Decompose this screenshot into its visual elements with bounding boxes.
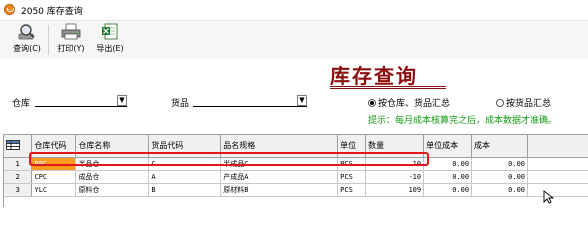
table-row[interactable]: 3 YLC 原料仓 B 原材料B PCS 109 0.00 0.00 bbox=[4, 183, 588, 197]
printer-icon bbox=[53, 23, 89, 41]
page-title: 库存查询 bbox=[330, 64, 418, 88]
radio-by-warehouse-goods-label: 按仓库、货品汇总 bbox=[378, 99, 451, 109]
title-underline-2 bbox=[330, 88, 446, 89]
dropdown-arrow-icon[interactable]: ▼ bbox=[117, 95, 127, 106]
cell-unit[interactable]: PCS bbox=[337, 183, 367, 197]
radio-by-goods-label: 按货品汇总 bbox=[506, 99, 552, 109]
cell-goods-code[interactable]: A bbox=[148, 170, 222, 184]
header-goods-code[interactable]: 货品代码 bbox=[148, 135, 222, 158]
warehouse-label: 仓库 bbox=[12, 99, 31, 109]
export-button[interactable]: 导出(E) bbox=[92, 23, 128, 57]
goods-label: 货品 bbox=[171, 99, 190, 109]
cell-cost[interactable]: 0.00 bbox=[471, 170, 528, 184]
radio-off-icon bbox=[496, 99, 504, 107]
cell-warehouse-name[interactable]: 原料仓 bbox=[75, 183, 150, 197]
cell-filler bbox=[527, 157, 588, 171]
cell-cost[interactable]: 0.00 bbox=[471, 183, 528, 197]
toolbar-separator bbox=[48, 25, 49, 55]
export-label: 导出(E) bbox=[96, 44, 124, 53]
cell-cost[interactable]: 0.00 bbox=[471, 157, 528, 171]
radio-by-warehouse-goods[interactable]: 按仓库、货品汇总 bbox=[368, 96, 450, 109]
header-warehouse-code[interactable]: 仓库代码 bbox=[31, 135, 77, 158]
print-button[interactable]: 打印(Y) bbox=[53, 23, 89, 57]
window-title: 2050 库存查询 bbox=[21, 7, 83, 17]
table-row[interactable]: 2 CPC 成品仓 A 产成品A PCS -10 0.00 0.00 bbox=[4, 170, 588, 184]
cell-goods-code[interactable]: C bbox=[148, 157, 222, 171]
cell-warehouse-name[interactable]: 成品仓 bbox=[75, 170, 150, 184]
cell-warehouse-code[interactable]: BPC bbox=[31, 157, 77, 171]
cell-warehouse-name[interactable]: 半品仓 bbox=[75, 157, 150, 171]
warehouse-select[interactable]: ▼ bbox=[35, 95, 127, 107]
dropdown-arrow-icon[interactable]: ▼ bbox=[297, 95, 307, 106]
print-label: 打印(Y) bbox=[57, 44, 85, 53]
cell-qty[interactable]: -10 bbox=[365, 170, 425, 184]
cell-unit[interactable]: PCS bbox=[337, 170, 367, 184]
cell-qty[interactable]: 109 bbox=[365, 183, 425, 197]
radio-on-icon bbox=[368, 99, 376, 107]
inventory-grid: 仓库代码 仓库名称 货品代码 品名规格 单位 数量 单位成本 成本 1 BPC … bbox=[3, 134, 588, 207]
radio-by-goods[interactable]: 按货品汇总 bbox=[496, 96, 551, 109]
title-underline bbox=[330, 86, 446, 87]
cell-qty[interactable]: 10 bbox=[365, 157, 425, 171]
toolbar: 查询(C) 打印(Y) 导出(E) bbox=[0, 21, 588, 59]
query-button[interactable]: 查询(C) bbox=[8, 23, 46, 57]
cell-unit-cost[interactable]: 0.00 bbox=[423, 170, 473, 184]
header-qty[interactable]: 数量 bbox=[365, 135, 425, 158]
title-bar: 2050 库存查询 bbox=[0, 0, 588, 21]
goods-select[interactable]: ▼ bbox=[193, 95, 307, 107]
header-spec[interactable]: 品名规格 bbox=[220, 135, 339, 158]
cell-unit-cost[interactable]: 0.00 bbox=[423, 157, 473, 171]
header-filler bbox=[527, 135, 588, 158]
cell-filler bbox=[527, 170, 588, 184]
app-icon bbox=[4, 4, 15, 15]
header-warehouse-name[interactable]: 仓库名称 bbox=[75, 135, 150, 158]
magnifier-icon bbox=[8, 23, 46, 41]
row-number[interactable]: 3 bbox=[4, 183, 33, 197]
cell-spec[interactable]: 原材料B bbox=[220, 183, 339, 197]
cell-filler bbox=[527, 183, 588, 197]
query-label: 查询(C) bbox=[13, 44, 41, 53]
header-corner[interactable] bbox=[4, 135, 33, 158]
cell-goods-code[interactable]: B bbox=[148, 183, 222, 197]
cell-warehouse-code[interactable]: CPC bbox=[31, 170, 77, 184]
cell-warehouse-code[interactable]: YLC bbox=[31, 183, 77, 197]
grid-icon bbox=[6, 140, 20, 150]
mouse-cursor-icon bbox=[543, 190, 555, 204]
cell-spec[interactable]: 产成品A bbox=[220, 170, 339, 184]
cell-unit[interactable]: PCS bbox=[337, 157, 367, 171]
header-cost[interactable]: 成本 bbox=[471, 135, 528, 158]
cell-spec[interactable]: 半成品C bbox=[220, 157, 339, 171]
header-unit[interactable]: 单位 bbox=[337, 135, 367, 158]
table-header-row: 仓库代码 仓库名称 货品代码 品名规格 单位 数量 单位成本 成本 bbox=[4, 135, 588, 158]
hint-text: 提示：每月成本核算完之后，成本数据才准确。 bbox=[368, 116, 558, 126]
row-number[interactable]: 2 bbox=[4, 170, 33, 184]
row-number[interactable]: 1 bbox=[4, 157, 33, 171]
excel-export-icon bbox=[92, 23, 128, 41]
table-row[interactable]: 1 BPC 半品仓 C 半成品C PCS 10 0.00 0.00 bbox=[4, 157, 588, 171]
cell-unit-cost[interactable]: 0.00 bbox=[423, 183, 473, 197]
header-unit-cost[interactable]: 单位成本 bbox=[423, 135, 473, 158]
